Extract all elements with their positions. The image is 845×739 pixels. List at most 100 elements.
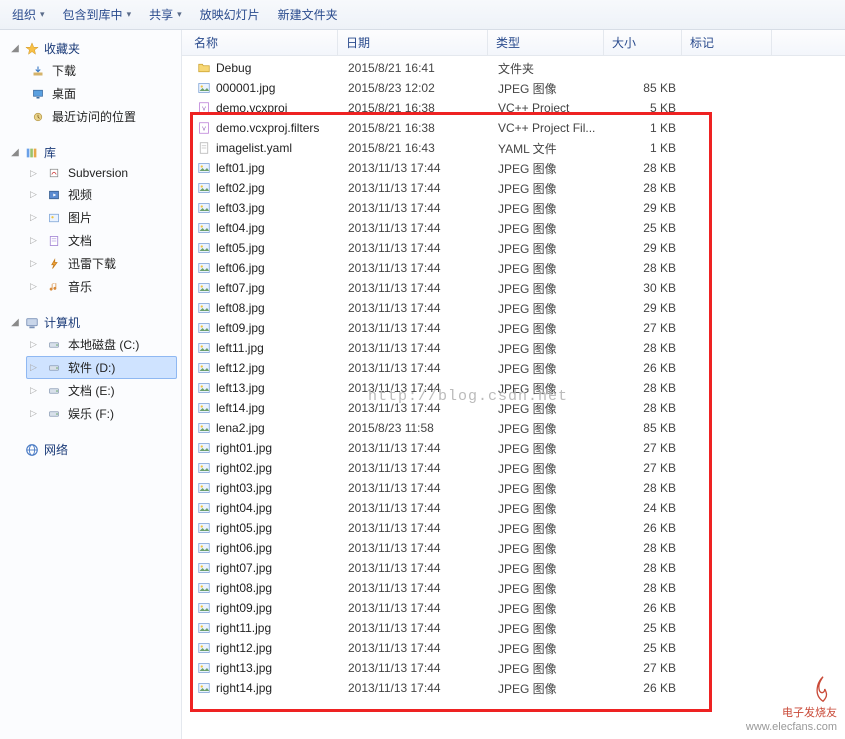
- file-row[interactable]: right04.jpg2013/11/13 17:44JPEG 图像24 KB: [186, 498, 845, 518]
- toolbar-organize[interactable]: 组织▾: [12, 6, 45, 23]
- file-row[interactable]: left14.jpg2013/11/13 17:44JPEG 图像28 KB: [186, 398, 845, 418]
- file-name: left05.jpg: [216, 241, 265, 255]
- file-row[interactable]: right11.jpg2013/11/13 17:44JPEG 图像25 KB: [186, 618, 845, 638]
- image-icon: [196, 261, 212, 275]
- toolbar-share[interactable]: 共享▾: [149, 6, 182, 23]
- file-name: right09.jpg: [216, 601, 272, 615]
- file-row[interactable]: lena2.jpg2015/8/23 11:58JPEG 图像85 KB: [186, 418, 845, 438]
- file-row[interactable]: right12.jpg2013/11/13 17:44JPEG 图像25 KB: [186, 638, 845, 658]
- music-icon: [46, 280, 62, 294]
- file-date: 2013/11/13 17:44: [340, 681, 490, 695]
- column-header-name[interactable]: 名称: [186, 30, 338, 55]
- file-date: 2013/11/13 17:44: [340, 381, 490, 395]
- file-date: 2013/11/13 17:44: [340, 181, 490, 195]
- file-name: right08.jpg: [216, 581, 272, 595]
- toolbar-new-folder[interactable]: 新建文件夹: [278, 6, 338, 23]
- file-row[interactable]: left02.jpg2013/11/13 17:44JPEG 图像28 KB: [186, 178, 845, 198]
- sidebar-item[interactable]: 桌面: [26, 82, 177, 105]
- sidebar-header-libraries[interactable]: ◢ 库: [4, 142, 177, 163]
- file-name: right14.jpg: [216, 681, 272, 695]
- file-row[interactable]: left03.jpg2013/11/13 17:44JPEG 图像29 KB: [186, 198, 845, 218]
- file-row[interactable]: right03.jpg2013/11/13 17:44JPEG 图像28 KB: [186, 478, 845, 498]
- file-type: JPEG 图像: [490, 340, 606, 357]
- file-size: 28 KB: [606, 261, 684, 275]
- file-date: 2013/11/13 17:44: [340, 301, 490, 315]
- file-row[interactable]: left11.jpg2013/11/13 17:44JPEG 图像28 KB: [186, 338, 845, 358]
- file-row[interactable]: right07.jpg2013/11/13 17:44JPEG 图像28 KB: [186, 558, 845, 578]
- file-row[interactable]: left06.jpg2013/11/13 17:44JPEG 图像28 KB: [186, 258, 845, 278]
- sidebar-item[interactable]: ▷文档: [26, 229, 177, 252]
- column-header-tag[interactable]: 标记: [682, 30, 772, 55]
- file-row[interactable]: imagelist.yaml2015/8/21 16:43YAML 文件1 KB: [186, 138, 845, 158]
- sidebar-item-label: 文档: [68, 232, 92, 249]
- file-row[interactable]: right02.jpg2013/11/13 17:44JPEG 图像27 KB: [186, 458, 845, 478]
- sidebar-item-label: 视频: [68, 186, 92, 203]
- file-name: imagelist.yaml: [216, 141, 292, 155]
- file-size: 26 KB: [606, 601, 684, 615]
- column-header-date[interactable]: 日期: [338, 30, 488, 55]
- sidebar-item[interactable]: ▷文档 (E:): [26, 379, 177, 402]
- file-row[interactable]: right14.jpg2013/11/13 17:44JPEG 图像26 KB: [186, 678, 845, 698]
- image-icon: [196, 421, 212, 435]
- file-name: left02.jpg: [216, 181, 265, 195]
- file-row[interactable]: left08.jpg2013/11/13 17:44JPEG 图像29 KB: [186, 298, 845, 318]
- file-row[interactable]: right01.jpg2013/11/13 17:44JPEG 图像27 KB: [186, 438, 845, 458]
- sidebar-item[interactable]: ▷Subversion: [26, 163, 177, 183]
- file-row[interactable]: right08.jpg2013/11/13 17:44JPEG 图像28 KB: [186, 578, 845, 598]
- toolbar-include-library[interactable]: 包含到库中▾: [63, 6, 132, 23]
- svg-text:V: V: [202, 126, 206, 132]
- caret-right-icon: ▷: [30, 258, 40, 269]
- file-name: right01.jpg: [216, 441, 272, 455]
- sidebar-item[interactable]: ▷图片: [26, 206, 177, 229]
- file-date: 2013/11/13 17:44: [340, 501, 490, 515]
- file-row[interactable]: left04.jpg2013/11/13 17:44JPEG 图像25 KB: [186, 218, 845, 238]
- column-header-size[interactable]: 大小: [604, 30, 682, 55]
- toolbar-slideshow[interactable]: 放映幻灯片: [200, 6, 260, 23]
- command-toolbar: 组织▾ 包含到库中▾ 共享▾ 放映幻灯片 新建文件夹: [0, 0, 845, 30]
- file-name: right13.jpg: [216, 661, 272, 675]
- file-size: 25 KB: [606, 641, 684, 655]
- file-date: 2013/11/13 17:44: [340, 241, 490, 255]
- file-row[interactable]: left09.jpg2013/11/13 17:44JPEG 图像27 KB: [186, 318, 845, 338]
- vcxproj-icon: V: [196, 121, 212, 135]
- file-row[interactable]: left01.jpg2013/11/13 17:44JPEG 图像28 KB: [186, 158, 845, 178]
- file-row[interactable]: right06.jpg2013/11/13 17:44JPEG 图像28 KB: [186, 538, 845, 558]
- file-rows-container: Debug2015/8/21 16:41文件夹000001.jpg2015/8/…: [182, 56, 845, 739]
- file-row[interactable]: right05.jpg2013/11/13 17:44JPEG 图像26 KB: [186, 518, 845, 538]
- file-name: left06.jpg: [216, 261, 265, 275]
- file-row[interactable]: left13.jpg2013/11/13 17:44JPEG 图像28 KB: [186, 378, 845, 398]
- file-row[interactable]: right09.jpg2013/11/13 17:44JPEG 图像26 KB: [186, 598, 845, 618]
- file-name: left03.jpg: [216, 201, 265, 215]
- sidebar-header-network[interactable]: 网络: [4, 439, 177, 460]
- file-row[interactable]: left05.jpg2013/11/13 17:44JPEG 图像29 KB: [186, 238, 845, 258]
- file-type: YAML 文件: [490, 140, 606, 157]
- file-icon: [196, 141, 212, 155]
- file-row[interactable]: Vdemo.vcxproj2015/8/21 16:38VC++ Project…: [186, 98, 845, 118]
- file-row[interactable]: left07.jpg2013/11/13 17:44JPEG 图像30 KB: [186, 278, 845, 298]
- sidebar-item[interactable]: ▷本地磁盘 (C:): [26, 333, 177, 356]
- file-row[interactable]: Debug2015/8/21 16:41文件夹: [186, 58, 845, 78]
- sidebar-item[interactable]: ▷迅雷下载: [26, 252, 177, 275]
- sidebar-item[interactable]: ▷音乐: [26, 275, 177, 298]
- caret-collapsed-icon: ◢: [10, 43, 20, 54]
- sidebar-header-computer[interactable]: ◢ 计算机: [4, 312, 177, 333]
- sidebar-item[interactable]: ▷视频: [26, 183, 177, 206]
- file-type: JPEG 图像: [490, 600, 606, 617]
- sidebar-header-favorites[interactable]: ◢ 收藏夹: [4, 38, 177, 59]
- file-row[interactable]: left12.jpg2013/11/13 17:44JPEG 图像26 KB: [186, 358, 845, 378]
- file-type: VC++ Project Fil...: [490, 121, 606, 135]
- sidebar-item[interactable]: ▷娱乐 (F:): [26, 402, 177, 425]
- file-row[interactable]: 000001.jpg2015/8/23 12:02JPEG 图像85 KB: [186, 78, 845, 98]
- column-header-type[interactable]: 类型: [488, 30, 604, 55]
- sidebar-item[interactable]: 下载: [26, 59, 177, 82]
- file-row[interactable]: right13.jpg2013/11/13 17:44JPEG 图像27 KB: [186, 658, 845, 678]
- file-name: right11.jpg: [216, 621, 271, 635]
- image-icon: [196, 521, 212, 535]
- file-type: JPEG 图像: [490, 640, 606, 657]
- sidebar-item[interactable]: 最近访问的位置: [26, 105, 177, 128]
- sidebar-item[interactable]: ▷软件 (D:): [26, 356, 177, 379]
- file-row[interactable]: Vdemo.vcxproj.filters2015/8/21 16:38VC++…: [186, 118, 845, 138]
- file-name: left01.jpg: [216, 161, 265, 175]
- file-type: JPEG 图像: [490, 540, 606, 557]
- file-size: 28 KB: [606, 561, 684, 575]
